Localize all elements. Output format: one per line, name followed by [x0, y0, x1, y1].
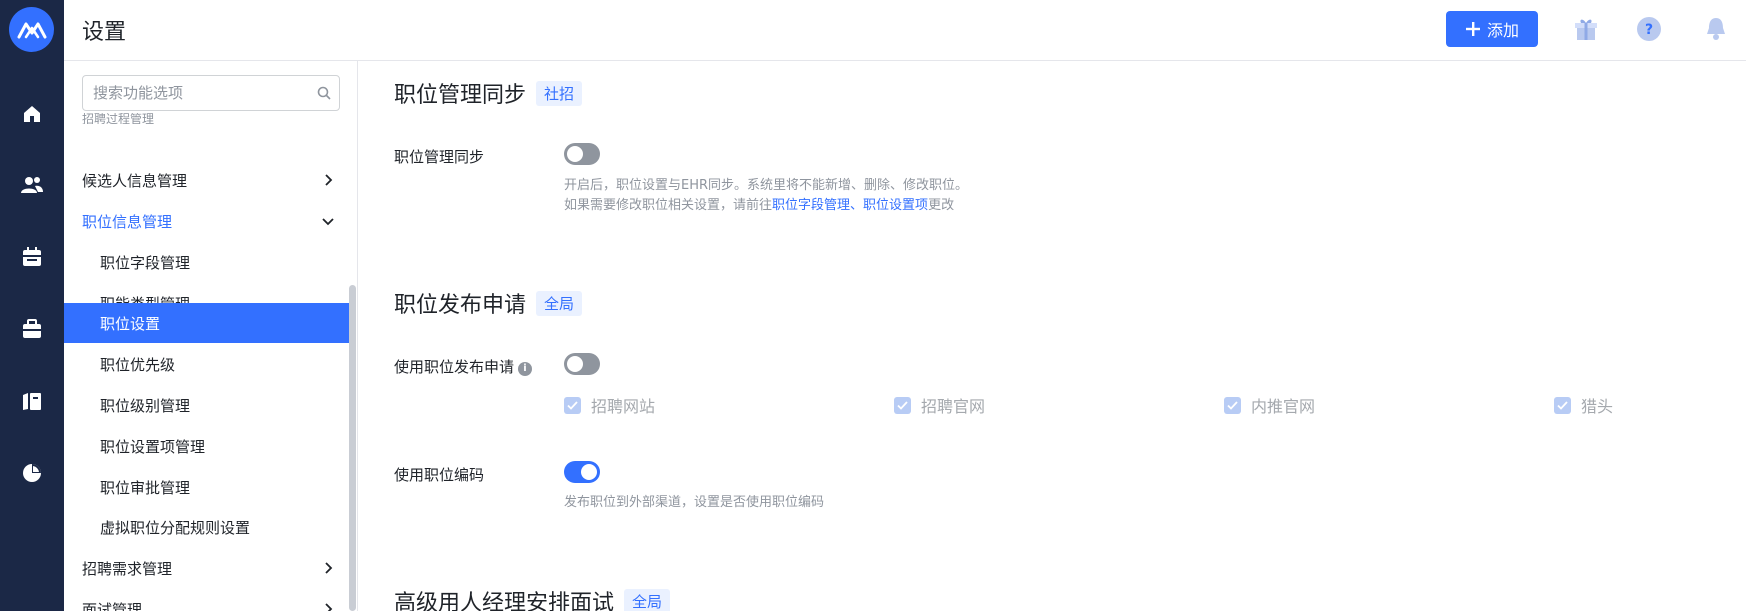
gift-icon: [1575, 19, 1597, 40]
checkbox-official-site[interactable]: 招聘官网: [894, 393, 985, 417]
menu-item-label: 招聘需求管理: [82, 559, 173, 578]
rail-talent[interactable]: [0, 377, 64, 425]
checkbox-referral-site[interactable]: 内推官网: [1224, 393, 1315, 417]
rail-calendar[interactable]: [0, 233, 64, 281]
menu-item-demand[interactable]: 招聘需求管理: [64, 548, 349, 588]
check-icon: [1554, 396, 1571, 414]
left-rail: [0, 0, 64, 611]
section-title-text: 职位管理同步: [394, 83, 527, 108]
job-code-label: 使用职位编码: [394, 466, 485, 484]
section-title-sync: 职位管理同步 社招: [394, 77, 583, 109]
pie-chart-icon: [23, 464, 41, 482]
menu-item-label: 虚拟职位分配规则设置: [100, 518, 251, 537]
check-icon: [894, 396, 911, 414]
main-content: 职位管理同步 社招 职位管理同步 开启后，职位设置与EHR同步。系统里将不能新增、…: [358, 61, 1746, 611]
home-icon: [24, 106, 40, 122]
rail-candidates[interactable]: [0, 161, 64, 209]
publish-request-label: 使用职位发布申请 i: [394, 356, 533, 377]
menu-item-job-fields[interactable]: 职位字段管理: [64, 242, 349, 282]
sync-label: 职位管理同步: [394, 148, 485, 166]
menu-item-job-info[interactable]: 职位信息管理: [64, 201, 349, 241]
menu-item-label: 职位审批管理: [100, 478, 191, 497]
menu-item-job-level[interactable]: 职位级别管理: [64, 385, 349, 425]
plus-icon: [1465, 22, 1480, 36]
sync-desc-line1: 开启后，职位设置与EHR同步。系统里将不能新增、删除、修改职位。: [564, 178, 969, 193]
menu-item-interview[interactable]: 面试管理: [64, 589, 349, 611]
search-input[interactable]: [82, 75, 340, 111]
add-button[interactable]: 添加: [1446, 11, 1538, 47]
menu-item-label: 面试管理: [82, 600, 143, 611]
help-button[interactable]: ?: [1634, 14, 1664, 44]
menu-item-candidate-info[interactable]: 候选人信息管理: [64, 160, 349, 200]
check-icon: [1224, 396, 1241, 414]
checkbox-job-sites[interactable]: 招聘网站: [564, 393, 655, 417]
info-icon[interactable]: i: [518, 362, 533, 376]
logo-mark-icon: [17, 22, 46, 38]
rail-jobs[interactable]: [0, 305, 64, 353]
rail-home[interactable]: [0, 90, 64, 138]
menu-item-label: 职位设置: [100, 314, 161, 333]
sync-description: 开启后，职位设置与EHR同步。系统里将不能新增、删除、修改职位。 如果需要修改职…: [564, 176, 968, 216]
chevron-down-icon: [322, 218, 334, 226]
menu-item-label: 职位级别管理: [100, 396, 191, 415]
briefcase-icon: [23, 319, 41, 338]
search-icon: [317, 86, 331, 100]
sync-desc-line2: 如果需要修改职位相关设置，请前往职位字段管理、职位设置项更改: [564, 198, 955, 213]
sync-toggle[interactable]: [564, 143, 600, 165]
menu-item-job-approval[interactable]: 职位审批管理: [64, 467, 349, 507]
settings-menu: 招聘过程管理 候选人信息管理 职位信息管理 职位字段管理 职能类型管理 职位设置…: [64, 61, 358, 611]
scope-tag: 全局: [536, 291, 583, 316]
chevron-right-icon: [325, 174, 333, 186]
users-icon: [21, 177, 43, 193]
menu-item-job-priority[interactable]: 职位优先级: [64, 344, 349, 384]
job-fields-link[interactable]: 职位字段管理: [772, 198, 850, 213]
section-title-interview: 高级用人经理安排面试 全局: [394, 585, 671, 611]
top-header: 设置 添加 ? 44: [64, 0, 1746, 61]
menu-item-label: 职位信息管理: [82, 212, 173, 231]
rail-reports[interactable]: [0, 449, 64, 497]
menu-item-label: 候选人信息管理: [82, 171, 188, 190]
section-title-publish: 职位发布申请 全局: [394, 287, 583, 319]
menu-item-label: 职位优先级: [100, 355, 176, 374]
gift-button[interactable]: [1571, 14, 1601, 44]
menu-item-label: 职位字段管理: [100, 253, 191, 272]
menu-item-virtual-job-rules[interactable]: 虚拟职位分配规则设置: [64, 507, 349, 547]
section-title-text: 高级用人经理安排面试: [394, 591, 615, 611]
calendar-icon: [23, 247, 41, 266]
menu-group-label: 招聘过程管理: [82, 113, 155, 124]
book-icon: [23, 393, 41, 410]
job-options-link[interactable]: 职位设置项: [863, 198, 928, 213]
chevron-right-icon: [325, 562, 333, 574]
bell-icon: [1707, 18, 1725, 40]
separator: 、: [850, 198, 864, 213]
menu-scrollbar[interactable]: [349, 285, 356, 611]
publish-request-toggle[interactable]: [564, 353, 600, 375]
check-icon: [564, 396, 581, 414]
page-title: 设置: [82, 20, 127, 45]
menu-item-job-settings[interactable]: 职位设置: [64, 303, 349, 343]
add-button-label: 添加: [1486, 21, 1519, 40]
checkbox-headhunter[interactable]: 猎头: [1554, 393, 1613, 417]
app-logo[interactable]: [9, 7, 54, 52]
scope-tag: 社招: [536, 81, 583, 106]
job-code-description: 发布职位到外部渠道，设置是否使用职位编码: [564, 495, 825, 510]
menu-item-job-options[interactable]: 职位设置项管理: [64, 426, 349, 466]
section-title-text: 职位发布申请: [394, 293, 527, 318]
job-code-toggle[interactable]: [564, 461, 600, 483]
help-icon: ?: [1637, 17, 1661, 41]
menu-item-label: 职位设置项管理: [100, 437, 206, 456]
svg-text:?: ?: [1645, 22, 1653, 38]
notifications-button[interactable]: [1701, 14, 1731, 44]
scope-tag: 全局: [624, 589, 671, 611]
chevron-right-icon: [325, 603, 333, 611]
